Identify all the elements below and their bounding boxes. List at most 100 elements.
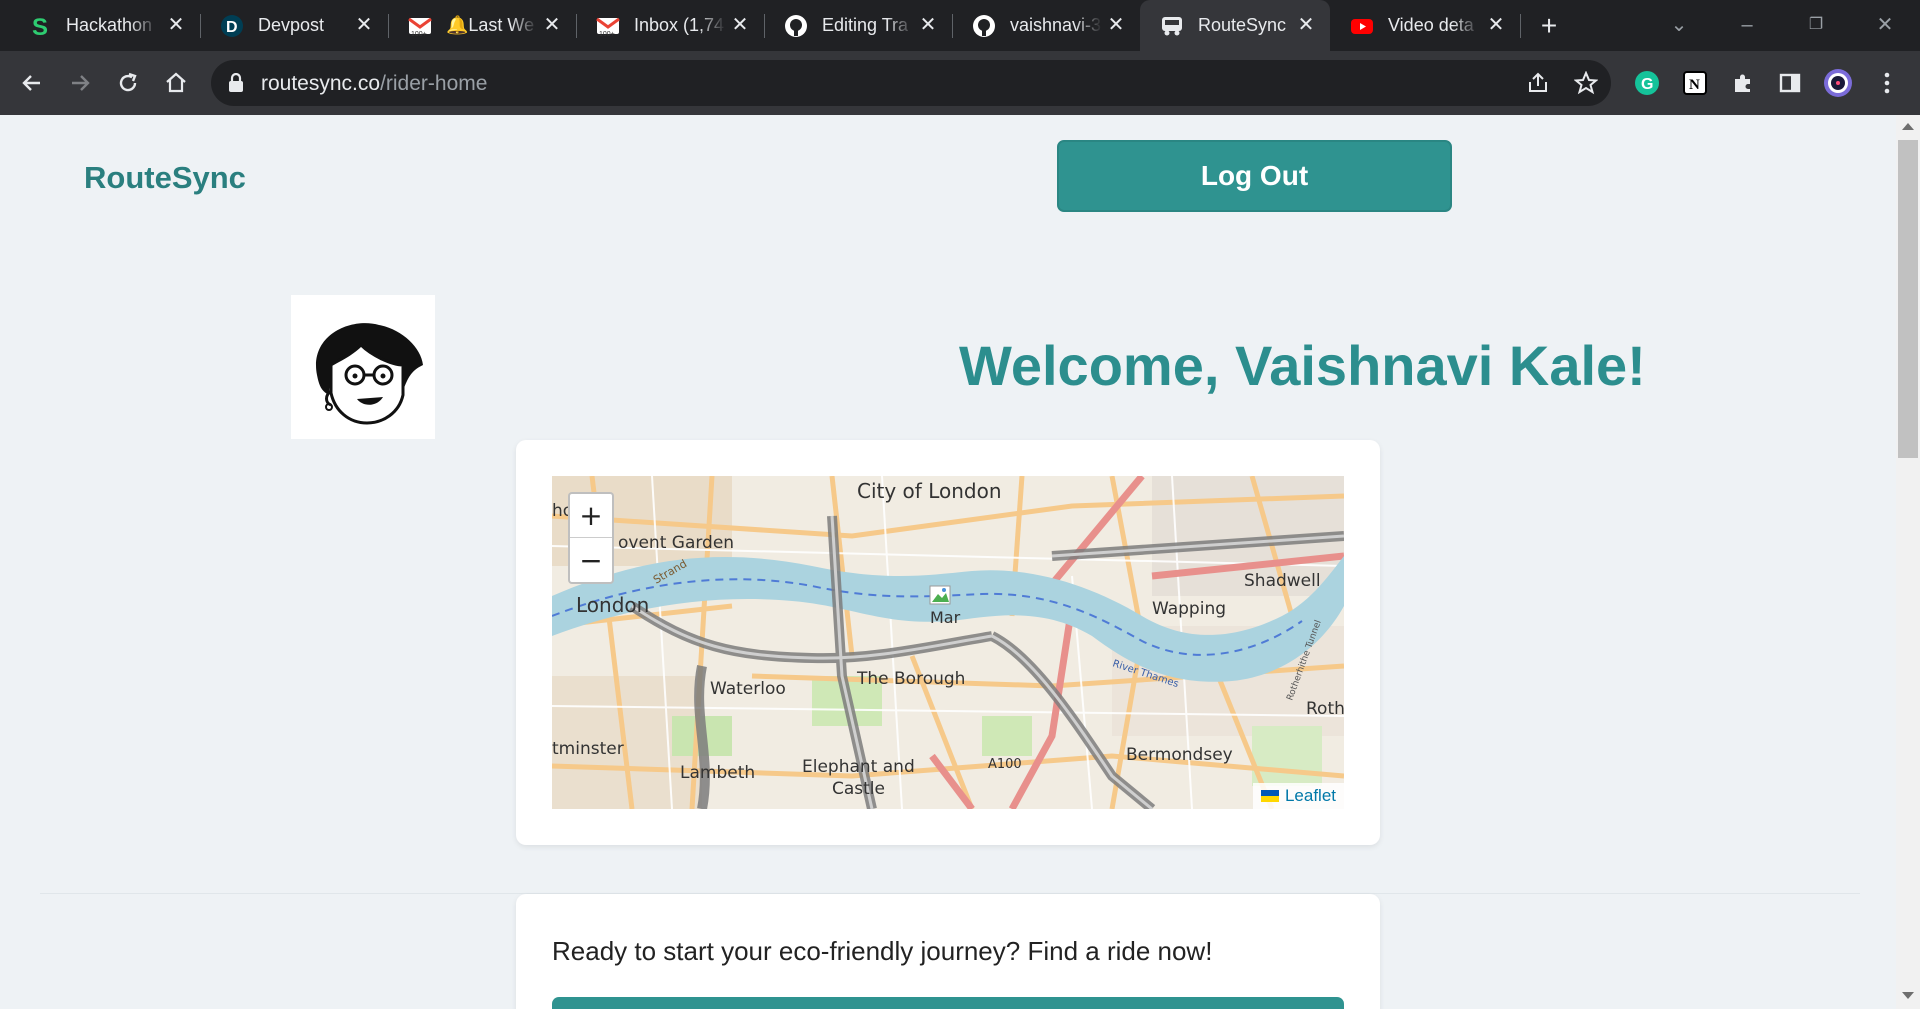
restore-icon[interactable]: ❐: [1801, 10, 1831, 40]
page-viewport: RouteSync Log Out Welcome, Vaishnavi Kal…: [0, 115, 1920, 1009]
close-tab-icon[interactable]: ✕: [1484, 13, 1508, 37]
close-tab-icon[interactable]: ✕: [540, 13, 564, 37]
svg-text:100+: 100+: [599, 31, 615, 38]
map-label-london: London: [576, 593, 649, 617]
tab-title: Devpost: [258, 15, 325, 35]
svg-text:100+: 100+: [411, 31, 427, 38]
tab-title: vaishnavi-3: [1010, 15, 1102, 35]
side-panel-icon[interactable]: [1775, 68, 1805, 98]
zoom-control: + −: [568, 492, 614, 584]
browser-toolbar: routesync.co/rider-home G N: [0, 51, 1920, 115]
svg-text:G: G: [1641, 76, 1653, 93]
gmail-icon: 100+: [408, 14, 432, 38]
map-label-minster: tminster: [552, 739, 624, 759]
map-marker[interactable]: Mar: [928, 584, 962, 627]
zoom-in-button[interactable]: +: [570, 494, 612, 538]
scrollbar-thumb[interactable]: [1898, 140, 1918, 458]
tab-devpost[interactable]: D Devpost ✕: [200, 0, 389, 51]
map-label-borough: The Borough: [856, 669, 965, 689]
url-text[interactable]: routesync.co/rider-home: [261, 72, 487, 96]
minimize-icon[interactable]: –: [1732, 10, 1762, 40]
svg-text:D: D: [226, 19, 238, 36]
s-logo-icon: S: [28, 14, 52, 38]
scroll-up-arrow-icon[interactable]: [1902, 123, 1914, 130]
tab-hackathon[interactable]: S Hackathon ✕: [8, 0, 201, 51]
map-label-city: City of London: [857, 479, 1002, 503]
close-tab-icon[interactable]: ✕: [916, 13, 940, 37]
tab-title: Editing Tra: [822, 15, 909, 35]
map-label-elephant: Elephant and: [802, 757, 915, 777]
welcome-heading: Welcome, Vaishnavi Kale!: [959, 334, 1646, 397]
ride-prompt-text: Ready to start your eco-friendly journey…: [552, 936, 1213, 966]
svg-text:N: N: [1689, 77, 1700, 93]
browser-menu-icon[interactable]: [1872, 68, 1902, 98]
marker-alt-text: Mar: [930, 608, 961, 627]
map-label-castle: Castle: [832, 779, 885, 799]
github-icon: [972, 14, 996, 38]
forward-icon[interactable]: [62, 65, 98, 101]
github-icon: [784, 14, 808, 38]
reload-icon[interactable]: [110, 65, 146, 101]
car-icon: [1160, 14, 1184, 38]
tab-title: Hackathon: [66, 15, 153, 35]
map-label-rotherhithe: Roth: [1306, 699, 1344, 719]
tab-editing[interactable]: Editing Tra ✕: [764, 0, 953, 51]
profile-avatar[interactable]: [1823, 68, 1853, 98]
broken-image-icon: [929, 585, 951, 605]
url-path: /rider-home: [380, 72, 488, 95]
devpost-icon: D: [220, 14, 244, 38]
map-attribution: Leaflet: [1252, 783, 1344, 809]
tab-strip: S Hackathon ✕ D Devpost ✕ 100+ 🔔Last We …: [0, 0, 1920, 51]
new-tab-button[interactable]: +: [1533, 11, 1565, 43]
address-bar[interactable]: routesync.co/rider-home: [211, 60, 1611, 106]
close-tab-icon[interactable]: ✕: [1104, 13, 1128, 37]
map-label-a100: A100: [988, 757, 1022, 772]
logout-button[interactable]: Log Out: [1057, 140, 1452, 212]
map-tiles: City of London ovent Garden ho London Sh…: [552, 476, 1344, 809]
page-scrollbar[interactable]: [1896, 115, 1920, 1009]
close-tab-icon[interactable]: ✕: [352, 13, 376, 37]
find-ride-button[interactable]: [552, 997, 1344, 1009]
close-tab-icon[interactable]: ✕: [728, 13, 752, 37]
youtube-icon: [1350, 14, 1374, 38]
ukraine-flag-icon: [1260, 790, 1279, 802]
zoom-out-button[interactable]: −: [570, 538, 612, 582]
brand-logo[interactable]: RouteSync: [84, 160, 246, 196]
avatar: [291, 295, 435, 439]
lock-icon[interactable]: [228, 72, 244, 98]
tab-routesync[interactable]: RouteSync ✕: [1140, 0, 1330, 51]
map-label-waterloo: Waterloo: [710, 679, 786, 699]
close-tab-icon[interactable]: ✕: [1294, 13, 1318, 37]
extensions-puzzle-icon[interactable]: [1728, 68, 1758, 98]
gmail-icon: 100+: [596, 14, 620, 38]
map-label-bermondsey: Bermondsey: [1126, 745, 1233, 765]
notion-icon[interactable]: N: [1680, 68, 1710, 98]
tab-separator: [1520, 14, 1521, 38]
tab-vaishnavi[interactable]: vaishnavi-3 ✕: [952, 0, 1140, 51]
tab-title: Inbox (1,74: [634, 15, 725, 35]
tab-video-details[interactable]: Video deta ✕: [1330, 0, 1521, 51]
bookmark-star-icon[interactable]: [1572, 69, 1600, 97]
tab-title: Video deta: [1388, 15, 1474, 35]
scroll-down-arrow-icon[interactable]: [1902, 992, 1914, 999]
map-view[interactable]: City of London ovent Garden ho London Sh…: [552, 476, 1344, 809]
close-tab-icon[interactable]: ✕: [164, 13, 188, 37]
url-host: routesync.co: [261, 72, 381, 95]
map-label-wapping: Wapping: [1152, 599, 1226, 619]
tab-search-icon[interactable]: ⌄: [1664, 10, 1694, 40]
find-ride-card: Ready to start your eco-friendly journey…: [516, 894, 1380, 1009]
map-label-lambeth: Lambeth: [680, 763, 755, 783]
close-window-icon[interactable]: ✕: [1870, 10, 1900, 40]
tab-inbox[interactable]: 100+ Inbox (1,74 ✕: [576, 0, 765, 51]
woman-avatar-icon: [316, 323, 423, 425]
tab-last-week[interactable]: 100+ 🔔Last We ✕: [388, 0, 577, 51]
map-card: City of London ovent Garden ho London Sh…: [516, 440, 1380, 845]
leaflet-link[interactable]: Leaflet: [1285, 786, 1336, 806]
map-label-shadwell: Shadwell: [1244, 571, 1321, 591]
back-icon[interactable]: [14, 65, 50, 101]
tab-title: RouteSync: [1198, 15, 1287, 35]
share-icon[interactable]: [1524, 69, 1552, 97]
map-label-covent: ovent Garden: [618, 533, 734, 553]
grammarly-icon[interactable]: G: [1632, 68, 1662, 98]
home-icon[interactable]: [158, 65, 194, 101]
